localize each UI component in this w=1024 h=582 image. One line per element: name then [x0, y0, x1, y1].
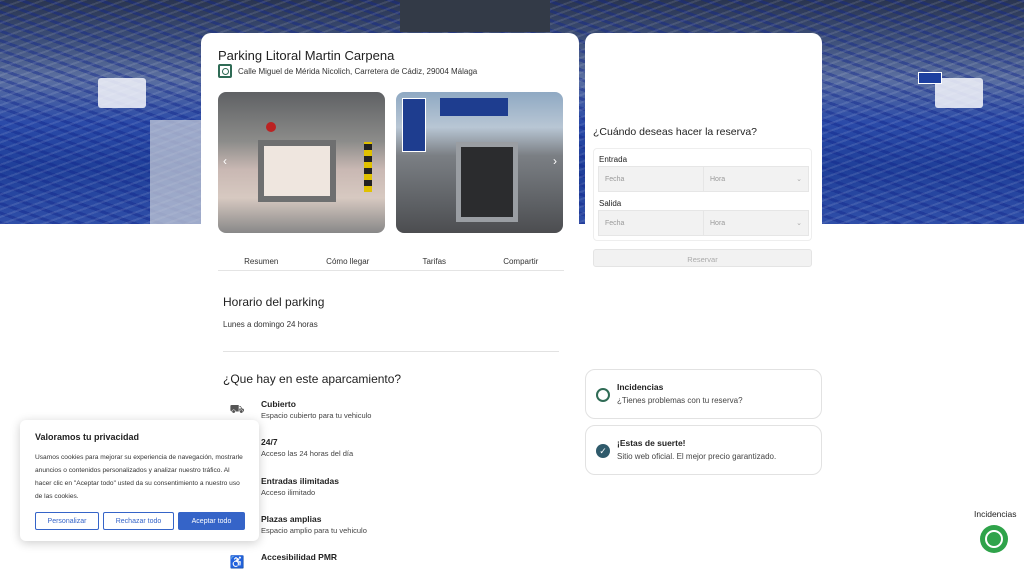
luck-card: ✓ ¡Estas de suerte! Sitio web oficial. E… [585, 425, 822, 475]
cookie-consent-banner: Valoramos tu privacidad Usamos cookies p… [20, 420, 259, 541]
hours-text: Lunes a domingo 24 horas [223, 320, 318, 329]
booking-question: ¿Cuándo deseas hacer la reserva? [593, 126, 758, 138]
support-card[interactable]: Incidencias ¿Tienes problemas con tu res… [585, 369, 822, 419]
feature-title: Plazas amplias [261, 514, 322, 524]
feature-subtitle: Acceso ilimitado [261, 488, 316, 497]
feature-item: ⇔ Plazas amplias Espacio amplio para tu … [223, 514, 553, 544]
parking-photo-exterior[interactable]: › [396, 92, 563, 233]
wheelchair-icon: ♿ [229, 555, 245, 569]
map-pin-icon [218, 64, 232, 78]
entry-time-select[interactable]: Hora ⌄ [703, 166, 809, 192]
feature-title: Cubierto [261, 399, 296, 409]
arena-light [98, 78, 146, 108]
feature-title: Accesibilidad PMR [261, 552, 338, 562]
feature-title: 24/7 [261, 437, 278, 447]
garage-door [456, 142, 518, 222]
luck-title: ¡Estas de suerte! [617, 438, 686, 448]
divider [223, 351, 559, 352]
feature-subtitle: Espacio cubierto para tu vehiculo [261, 411, 372, 420]
support-title: Incidencias [617, 382, 664, 392]
cookie-body: Usamos cookies para mejorar su experienc… [35, 454, 243, 500]
whatsapp-icon [596, 388, 610, 402]
arena-sign [918, 72, 942, 84]
entry-label: Entrada [599, 155, 628, 164]
tab-tarifas[interactable]: Tarifas [391, 251, 478, 270]
feature-item: ∞ Entradas ilimitadas Acceso ilimitado [223, 476, 553, 506]
barrier-post [364, 142, 372, 192]
tab-como-llegar[interactable]: Cómo llegar [305, 251, 392, 270]
parking-photo-entrance[interactable]: ‹ [218, 92, 385, 233]
feature-item: ⛟ Cubierto Espacio cubierto para tu vehi… [223, 399, 553, 429]
tab-resumen[interactable]: Resumen [218, 251, 305, 270]
accept-cookies-button[interactable]: Aceptar todo [178, 512, 245, 530]
tunnel-shape [258, 140, 336, 202]
parking-banner [440, 98, 508, 116]
feature-subtitle: Acceso las 24 horas del día [261, 449, 354, 458]
reserve-button[interactable]: Reservar [593, 249, 812, 267]
hours-title: Horario del parking [223, 295, 325, 309]
features-title: ¿Que hay en este aparcamiento? [223, 372, 402, 386]
whatsapp-label: Incidencias [974, 509, 1017, 519]
exit-time-placeholder: Hora [710, 220, 726, 227]
exit-date-field[interactable]: Fecha [598, 210, 704, 236]
arena-light [935, 78, 983, 108]
detail-tabs: Resumen Cómo llegar Tarifas Compartir [218, 251, 564, 271]
tab-compartir[interactable]: Compartir [478, 251, 565, 270]
reject-cookies-button[interactable]: Rechazar todo [103, 512, 174, 530]
customize-cookies-button[interactable]: Personalizar [35, 512, 99, 530]
arena-roof [400, 0, 550, 32]
feature-item: ♿ Accesibilidad PMR [223, 552, 553, 582]
parking-title: Parking Litoral Martin Carpena [218, 48, 395, 63]
no-entry-sign [266, 122, 276, 132]
chevron-down-icon: ⌄ [796, 220, 802, 227]
support-subtitle: ¿Tienes problemas con tu reserva? [617, 396, 743, 405]
check-circle-icon: ✓ [596, 444, 610, 458]
luck-subtitle: Sitio web oficial. El mejor precio garan… [617, 452, 777, 461]
exit-label: Salida [599, 199, 622, 208]
cookie-title: Valoramos tu privacidad [35, 432, 140, 442]
feature-subtitle: Espacio amplio para tu vehiculo [261, 526, 367, 535]
feature-title: Entradas ilimitadas [261, 476, 339, 486]
feature-item: ◷ 24/7 Acceso las 24 horas del día [223, 437, 553, 467]
prev-arrow-icon[interactable]: ‹ [223, 154, 227, 168]
entry-date-field[interactable]: Fecha [598, 166, 704, 192]
address-text: Calle Miguel de Mérida Nicolich, Carrete… [238, 66, 478, 76]
exit-time-select[interactable]: Hora ⌄ [703, 210, 809, 236]
booking-card: ¿Cuándo deseas hacer la reserva? Entrada… [585, 33, 822, 363]
next-arrow-icon[interactable]: › [553, 154, 557, 168]
p-sign [402, 98, 426, 152]
whatsapp-button[interactable] [980, 525, 1008, 553]
covered-car-icon: ⛟ [229, 402, 245, 416]
chevron-down-icon: ⌄ [796, 176, 802, 183]
entry-time-placeholder: Hora [710, 176, 726, 183]
booking-form: Entrada Fecha Hora ⌄ Salida Fecha Hora ⌄ [593, 148, 812, 241]
address-line: Calle Miguel de Mérida Nicolich, Carrete… [218, 64, 477, 78]
